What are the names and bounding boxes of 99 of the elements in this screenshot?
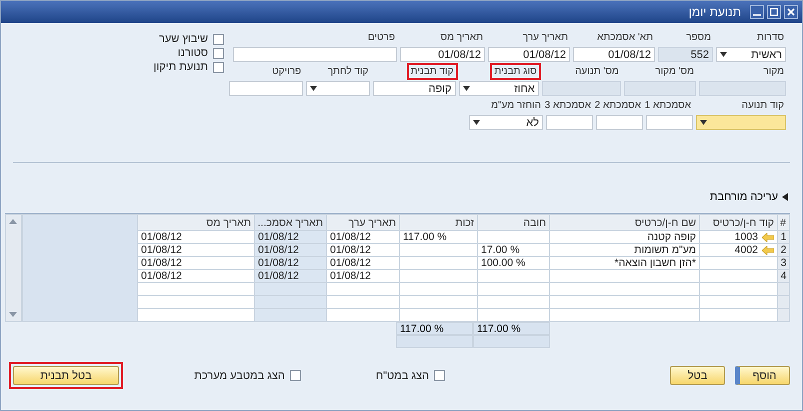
- table-cell: 01/08/12: [330, 270, 371, 282]
- scroll-down-icon[interactable]: [9, 312, 18, 317]
- checkbox[interactable]: [213, 48, 224, 58]
- dropdown-caret-icon: [700, 120, 707, 125]
- checkbox[interactable]: [434, 370, 445, 381]
- readonly-field[interactable]: [624, 81, 696, 96]
- scroll-up-icon[interactable]: [9, 219, 18, 224]
- field-label: תא' אסמכתא: [596, 31, 654, 44]
- field-label: קוד לחתך: [326, 65, 370, 78]
- row-number: 3: [780, 258, 786, 268]
- checkbox[interactable]: [213, 62, 224, 72]
- table-cell: 1003: [734, 232, 758, 242]
- table-cell: 01/08/12: [258, 232, 299, 242]
- text-field[interactable]: [596, 115, 643, 130]
- column-header: חובה: [478, 214, 550, 230]
- checkbox-label: תנועת תיקון: [154, 61, 208, 73]
- field-label: קוד תנועה: [740, 99, 785, 112]
- checkbox-label: סטורנו: [178, 47, 208, 59]
- text-field[interactable]: קופה: [373, 81, 456, 96]
- dropdown-caret-icon: [720, 52, 727, 57]
- field-label: מס' תנועה: [574, 65, 620, 78]
- table-cell: *הזן חשבון הוצאה*: [614, 258, 696, 268]
- button[interactable]: בטל תבנית: [13, 366, 119, 385]
- dropdown-field[interactable]: [696, 115, 786, 130]
- readonly-field[interactable]: [542, 81, 621, 96]
- text-field[interactable]: 01/08/12: [573, 47, 655, 62]
- table-cell: 4002: [734, 244, 758, 256]
- field-label: קוד תבנית: [408, 65, 456, 78]
- column-header: תאריך מס: [138, 214, 254, 230]
- dropdown-caret-icon: [473, 120, 480, 125]
- checkbox[interactable]: [290, 370, 301, 381]
- table-cell: 01/08/12: [141, 270, 182, 282]
- table-cell: 01/08/12: [258, 270, 299, 282]
- field-label: מקור: [762, 65, 785, 78]
- readonly-field[interactable]: [698, 81, 786, 96]
- table-cell: 01/08/12: [330, 258, 371, 268]
- field-label: פרויקט: [271, 65, 302, 78]
- scrollbar[interactable]: [5, 214, 22, 322]
- column-header: זכות: [400, 214, 478, 230]
- close-icon[interactable]: [784, 5, 798, 19]
- link-arrow-icon[interactable]: [762, 246, 774, 254]
- table-cell: 01/08/12: [330, 244, 371, 256]
- text-field[interactable]: [546, 115, 593, 130]
- checkbox[interactable]: [213, 34, 224, 44]
- field-label: תאריך ערך: [522, 31, 569, 44]
- total-credit: % 117.00: [396, 322, 473, 335]
- text-field[interactable]: 01/08/12: [488, 47, 570, 62]
- column-header: תאריך ערך: [326, 214, 400, 230]
- field-label: סדרות: [756, 31, 785, 44]
- dropdown-caret-icon: [310, 86, 318, 91]
- row-number: 4: [780, 270, 786, 282]
- table-cell: 01/08/12: [141, 244, 182, 256]
- dropdown-field[interactable]: לא: [469, 115, 543, 130]
- row-number: 1: [780, 232, 786, 242]
- table-cell: % 17.00: [481, 244, 520, 256]
- field-label: פרטים: [366, 31, 396, 44]
- column-header: קוד ח-ן/כרטיס: [700, 214, 778, 230]
- dropdown-caret-icon: [462, 86, 470, 91]
- collapsed-triangle-icon[interactable]: [782, 193, 788, 201]
- table-cell: מע"מ תשומות: [634, 244, 696, 256]
- table-cell: 01/08/12: [258, 244, 299, 256]
- dropdown-field[interactable]: ראשית: [716, 47, 786, 62]
- field-label: אסמכתא 3: [544, 99, 592, 112]
- readonly-field[interactable]: 552: [658, 47, 713, 62]
- field-label: מספר: [685, 31, 712, 44]
- button[interactable]: בטל: [670, 366, 725, 385]
- button[interactable]: הוסף: [735, 366, 790, 385]
- column-header: שם ח-ן/כרטיס: [550, 214, 700, 230]
- text-field[interactable]: [233, 47, 397, 62]
- checkbox-label: הצג במטבע מערכת: [194, 370, 285, 382]
- table-cell: 01/08/12: [330, 232, 371, 242]
- table-cell: קופה קטנה: [647, 232, 696, 242]
- checkbox-label: שיבוץ שער: [158, 33, 208, 45]
- table-cell: 01/08/12: [258, 258, 299, 268]
- row-number: 2: [780, 244, 786, 256]
- field-label: סוג תבנית: [492, 65, 539, 78]
- field-label: תאריך מס: [440, 31, 484, 44]
- field-label: אסמכתא 2: [594, 99, 642, 112]
- link-arrow-icon[interactable]: [762, 232, 774, 242]
- field-label: אסמכתא 1: [644, 99, 692, 112]
- column-header: תאריך אסמכ...: [254, 214, 326, 230]
- maximize-icon[interactable]: [767, 5, 781, 19]
- text-field[interactable]: [228, 81, 304, 96]
- table-cell: % 117.00: [403, 232, 447, 242]
- dropdown-field[interactable]: אחוז: [458, 81, 539, 96]
- total-debit: % 117.00: [473, 322, 550, 335]
- field-label: מס' מקור: [654, 65, 695, 78]
- table-cell: % 100.00: [481, 258, 526, 268]
- window-title: תנועת יומן: [688, 5, 741, 19]
- minimize-icon[interactable]: [750, 5, 764, 19]
- section-toggle-label[interactable]: עריכה מורחבת: [710, 191, 778, 203]
- table-cell: 01/08/12: [141, 232, 182, 242]
- field-label: הוחזר מע"מ: [490, 99, 542, 112]
- dropdown-field[interactable]: [306, 81, 370, 96]
- checkbox-label: הצג במט"ח: [376, 370, 429, 382]
- text-field[interactable]: [646, 115, 693, 130]
- table-cell: 01/08/12: [141, 258, 182, 268]
- column-header: #: [778, 214, 790, 230]
- text-field[interactable]: 01/08/12: [400, 47, 485, 62]
